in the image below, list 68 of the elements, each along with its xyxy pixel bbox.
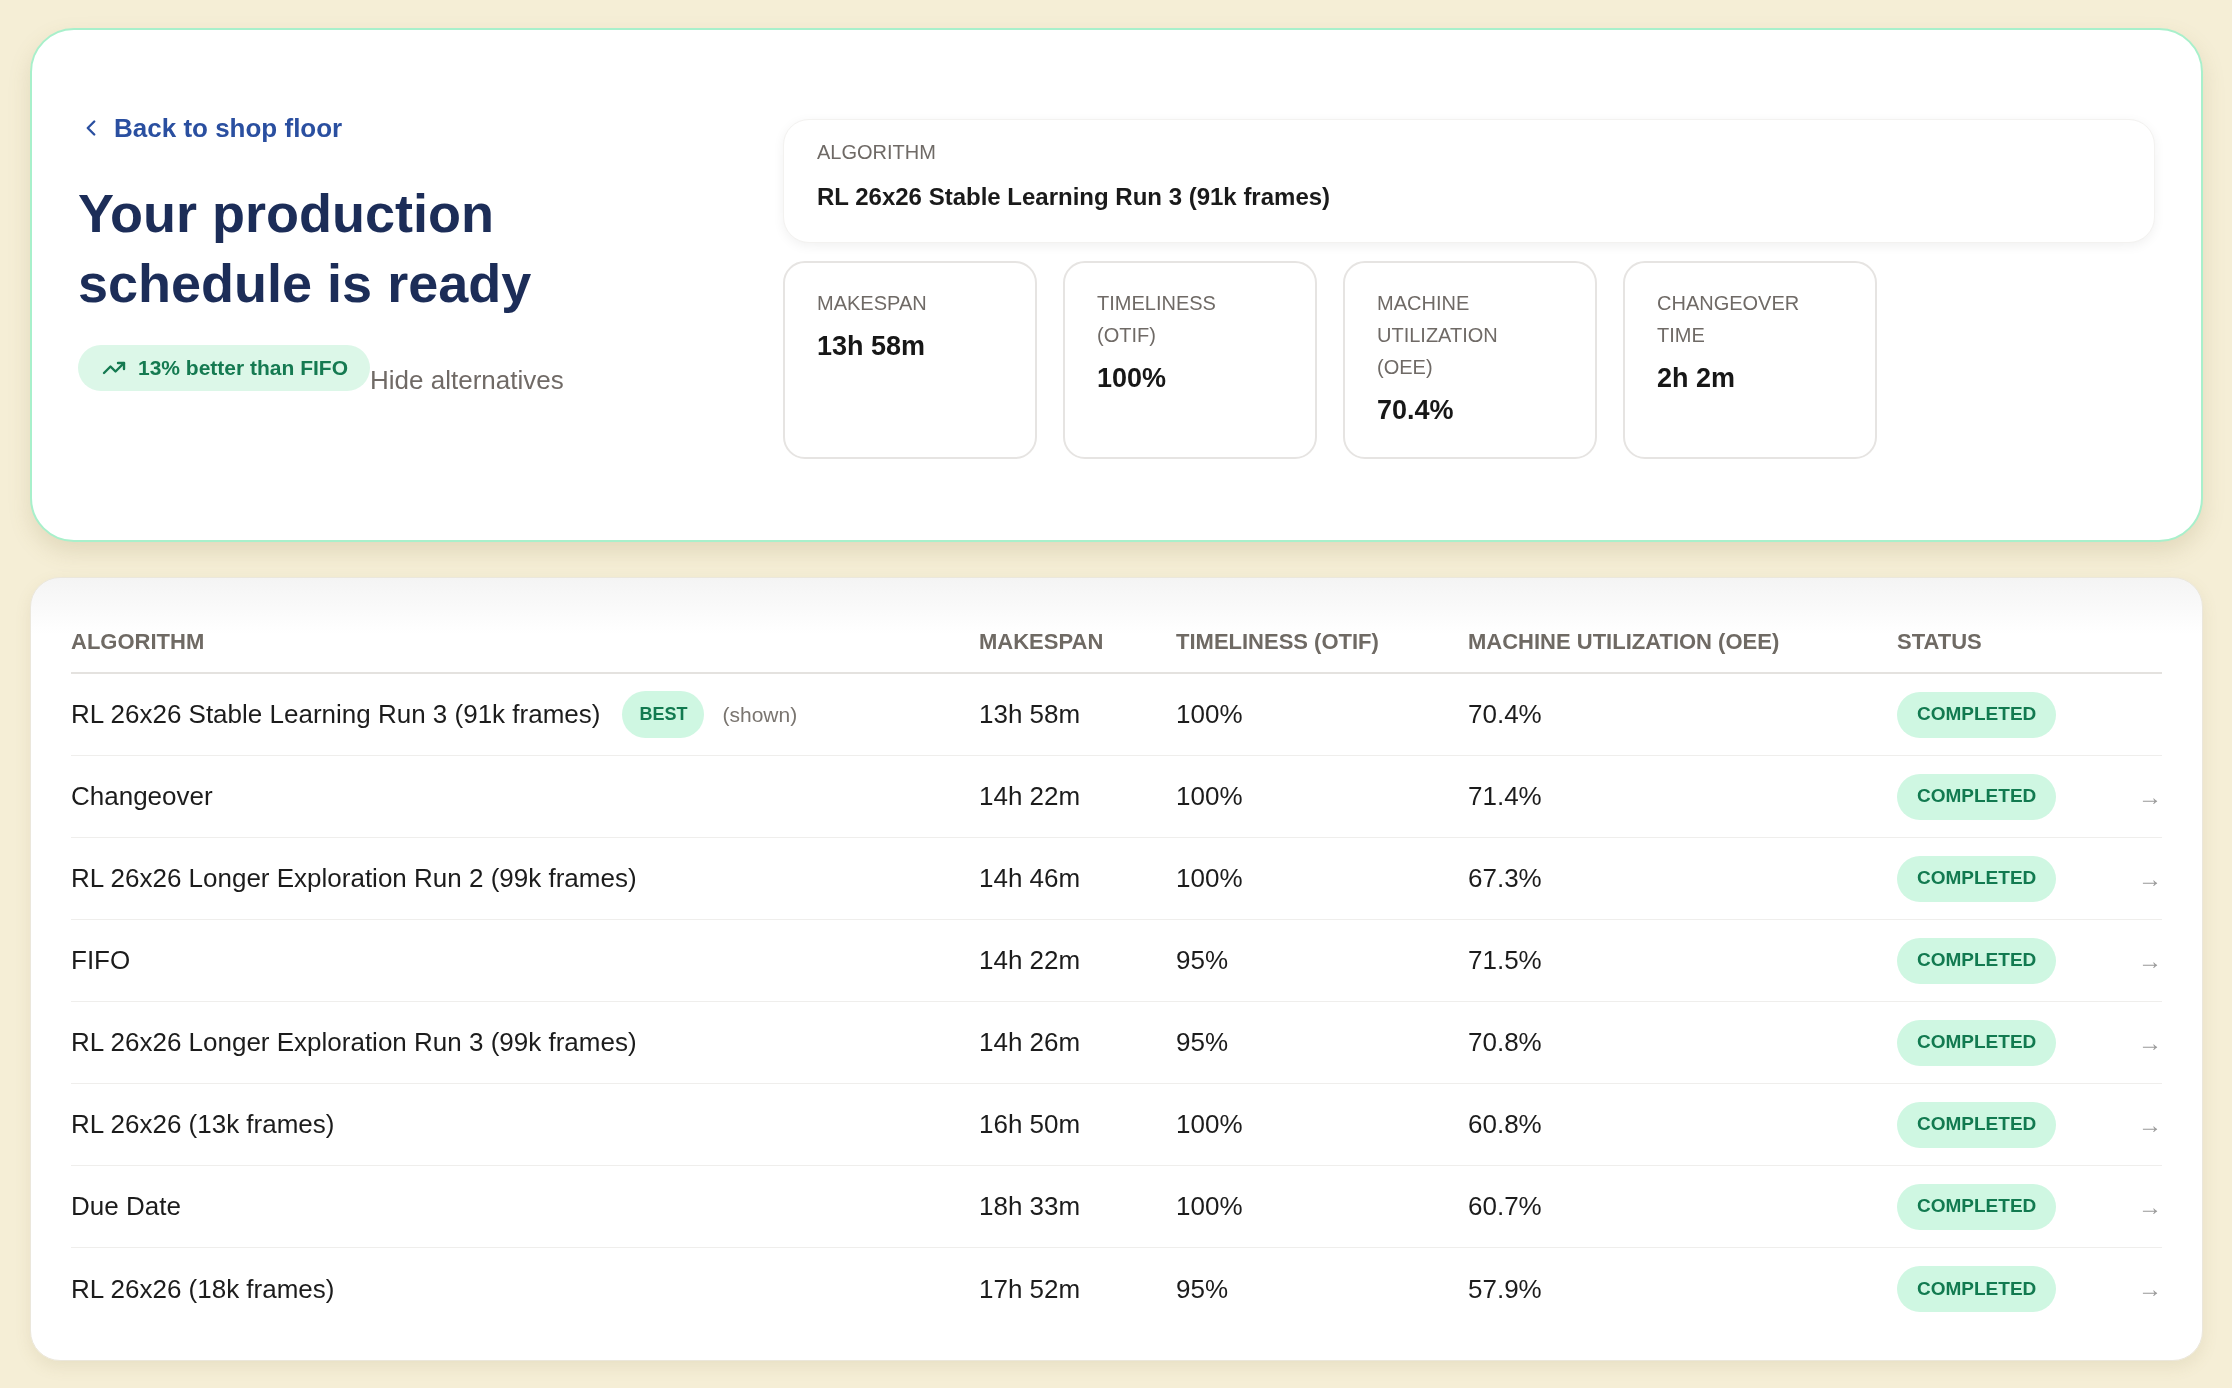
- row-arrow-link[interactable]: →: [2138, 1275, 2162, 1303]
- table-cell-text: 60.8%: [1468, 1108, 1542, 1141]
- table-cell-text: 18h 33m: [979, 1190, 1081, 1223]
- status-badge: COMPLETED: [1897, 1019, 2057, 1066]
- row-arrow-link[interactable]: →: [2138, 946, 2162, 975]
- table-cell-text: 100%: [1176, 862, 1243, 895]
- column-header: ALGORITHM: [71, 627, 205, 656]
- metric-label: CHANGEOVER TIME: [1657, 291, 1801, 348]
- status-badge: COMPLETED: [1897, 691, 2057, 738]
- metric-label: MACHINE UTILIZATION (OEE): [1377, 291, 1499, 380]
- back-link[interactable]: Back to shop floor: [78, 112, 343, 144]
- algorithm-name: FIFO: [71, 944, 131, 977]
- table-cell-text: 67.3%: [1468, 862, 1542, 895]
- metric-value: 2h 2m: [1657, 362, 1736, 395]
- algorithm-name: RL 26x26 Longer Exploration Run 2 (99k frames): [71, 862, 637, 895]
- algorithm-name: RL 26x26 (18k frames): [71, 1272, 335, 1306]
- row-arrow-link[interactable]: →: [2138, 782, 2162, 811]
- column-header: MACHINE UTILIZATION (OEE): [1468, 627, 1780, 656]
- row-arrow-link[interactable]: →: [2138, 1192, 2162, 1221]
- table-cell-text: 100%: [1176, 1108, 1243, 1141]
- table-cell-text: 14h 22m: [979, 780, 1081, 813]
- table-cell-text: 95%: [1176, 1026, 1229, 1059]
- status-badge: COMPLETED: [1897, 937, 2057, 984]
- column-header: STATUS: [1897, 627, 1982, 656]
- table-cell-text: 100%: [1176, 780, 1243, 813]
- metric-label: MAKESPAN: [817, 291, 927, 316]
- status-badge: COMPLETED: [1897, 773, 2057, 820]
- table-cell-text: 100%: [1176, 1190, 1243, 1223]
- table-cell-text: 71.5%: [1468, 944, 1542, 977]
- algorithm-name: Changeover: [71, 780, 213, 813]
- row-arrow-link[interactable]: →: [2138, 864, 2162, 893]
- metric-value: 100%: [1097, 362, 1167, 395]
- algorithm-name: Due Date: [71, 1190, 181, 1223]
- table-cell-text: 14h 46m: [979, 862, 1081, 895]
- metric-value: 13h 58m: [817, 330, 926, 363]
- table-cell-text: 71.4%: [1468, 780, 1542, 813]
- column-header: TIMELINESS (OTIF): [1176, 627, 1379, 656]
- algorithm-name: RL 26x26 Stable Learning Run 3 (91k frames): [71, 698, 601, 731]
- algorithm-name: RL 26x26 (13k frames): [71, 1108, 335, 1141]
- table-cell-text: 17h 52m: [979, 1272, 1081, 1306]
- page-title: Your production schedule is ready: [78, 182, 533, 315]
- table-cell-text: 100%: [1176, 698, 1243, 731]
- table-cell-text: 95%: [1176, 1272, 1229, 1306]
- algorithm-label: ALGORITHM: [817, 140, 936, 165]
- metric-label: TIMELINESS (OTIF): [1097, 291, 1217, 348]
- table-cell-text: 60.7%: [1468, 1190, 1542, 1223]
- improvement-label: 13% better than FIFO: [138, 355, 349, 382]
- metric-value: 70.4%: [1377, 394, 1454, 427]
- table-cell-text: 70.8%: [1468, 1026, 1542, 1059]
- table-cell-text: 13h 58m: [979, 698, 1081, 731]
- table-cell-text: 57.9%: [1468, 1272, 1542, 1306]
- table-cell-text: 14h 26m: [979, 1026, 1081, 1059]
- status-badge: COMPLETED: [1897, 1266, 2057, 1312]
- table-cell-text: 16h 50m: [979, 1108, 1081, 1141]
- algorithm-name: RL 26x26 Longer Exploration Run 3 (99k frames): [71, 1026, 637, 1059]
- row-arrow-link[interactable]: →: [2138, 1110, 2162, 1139]
- hide-alternatives-button[interactable]: Hide alternatives: [370, 364, 564, 396]
- status-badge: COMPLETED: [1897, 1183, 2057, 1230]
- column-header: MAKESPAN: [979, 627, 1104, 656]
- table-cell-text: 70.4%: [1468, 698, 1542, 731]
- table-cell-text: 95%: [1176, 944, 1229, 977]
- status-badge: COMPLETED: [1897, 1101, 2057, 1148]
- algorithm-value: RL 26x26 Stable Learning Run 3 (91k frames): [817, 182, 1331, 212]
- best-badge: BEST: [622, 691, 705, 738]
- status-badge: COMPLETED: [1897, 855, 2057, 902]
- table-cell-text: 14h 22m: [979, 944, 1081, 977]
- row-arrow-link[interactable]: →: [2138, 1028, 2162, 1057]
- shown-note: (shown): [722, 701, 798, 728]
